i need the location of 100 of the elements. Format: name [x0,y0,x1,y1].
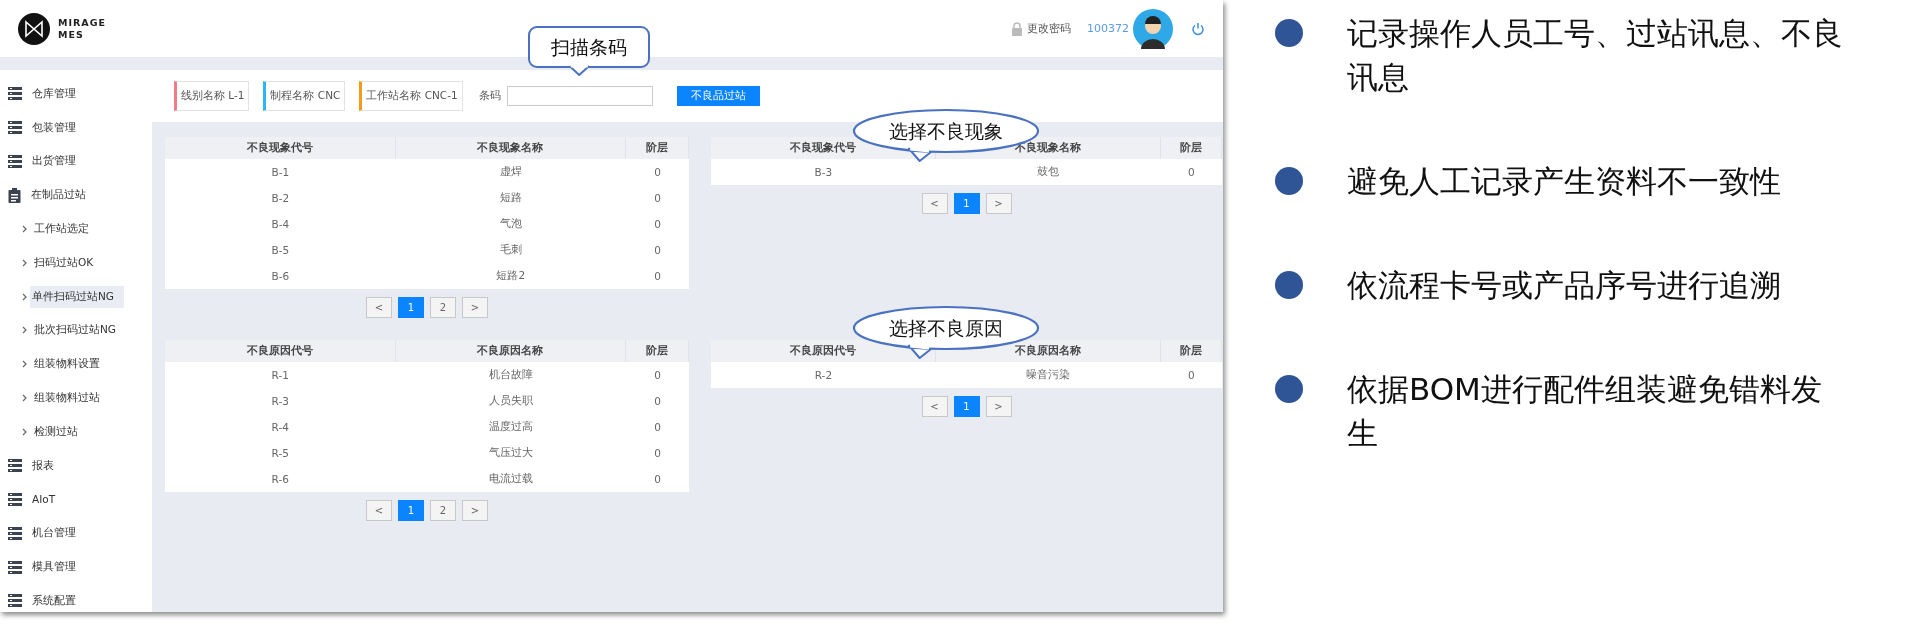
table-cell-text: R-5 [270,446,290,461]
list-icon [8,155,22,168]
table-cell-text: 温度过高 [487,419,534,434]
table-cell-text: 0 [653,420,662,435]
page-button[interactable]: 2 [430,500,456,521]
table-cell-text: R-6 [270,472,290,487]
table-cell-text: B-6 [270,269,291,284]
list-icon [8,594,22,608]
field-label: 条码 [478,89,501,103]
chevron-icon [22,258,27,267]
table-cell-text: B-3 [813,165,834,180]
page-button[interactable]: 1 [398,297,424,318]
page-button[interactable]: 1 [953,193,980,214]
column-header: 阶层 [1160,137,1222,159]
bullet-text: 记录操作人员工号、过站讯息、不良讯息 [1347,14,1844,97]
table-cell-text: R-4 [270,420,290,435]
column-header: 不良现象名称 [395,137,627,159]
bullet-dot [1275,167,1303,195]
sidebar-item[interactable]: 机台管理 [30,522,78,545]
table-cell-text: 0 [653,446,662,461]
sidebar-subitem[interactable]: 组装物料设置 [32,353,102,376]
sidebar-subitem[interactable]: 工作站选定 [32,218,91,241]
sidebar-item[interactable]: 包装管理 [30,116,78,139]
table-cell-text: 0 [653,217,662,232]
sidebar-subitem[interactable]: 检测过站 [32,420,80,443]
bullet-text: 避免人工记录产生资料不一致性 [1347,162,1782,201]
power-icon[interactable] [1191,21,1205,36]
page-button[interactable]: 1 [398,500,424,521]
defect-pass-button[interactable]: 不良品过站 [676,86,760,106]
info-tag: 制程名称 CNC [263,81,346,111]
table-cell-text: B-2 [270,191,291,206]
sidebar-subitem[interactable]: 单件扫码过站NG [30,285,124,308]
bullet-dot [1275,19,1303,47]
column-header: 阶层 [1160,340,1222,362]
table-cell-text: 鼓包 [1036,164,1061,179]
table-cell-text: 短路 [498,190,523,205]
table-cell-text: B-1 [270,165,291,180]
sidebar-item[interactable]: 系统配置 [30,589,78,612]
list-icon [8,560,22,574]
info-tag: 工作站名称 CNC-1 [359,81,463,111]
table-cell-text: B-4 [270,217,291,232]
table-cell-text: 虚焊 [498,164,523,179]
info-tag: 线别名称 L-1 [174,81,250,111]
barcode-field[interactable] [506,86,653,106]
column-header: 阶层 [626,137,689,159]
sidebar-item[interactable]: 报表 [30,454,56,477]
list-icon [8,121,22,135]
page-button[interactable]: < [921,396,948,417]
change-password-link[interactable]: 更改密码 [1027,21,1071,36]
table-cell-text: R-2 [813,368,834,383]
page-button[interactable]: 2 [430,297,456,318]
table-cell-text: 0 [653,472,662,487]
sidebar-item[interactable]: 出货管理 [30,150,78,173]
table-cell-text: 电流过载 [487,471,534,486]
table-cell-text: 机台故障 [487,367,534,382]
sidebar-item[interactable]: 在制品过站 [29,184,88,207]
sidebar-subitem[interactable]: 组装物料过站 [32,387,102,410]
bullet-dot [1275,271,1303,299]
page-button[interactable]: > [985,396,1012,417]
avatar-icon[interactable] [1133,8,1173,49]
page-button[interactable]: < [366,297,392,318]
list-icon [8,526,22,540]
chevron-icon [22,394,27,403]
bullet-text: 依据BOM进行配件组装避免错料发生 [1347,370,1823,453]
chevron-icon [22,292,27,301]
page-button[interactable]: > [462,500,488,521]
lock-icon [1011,21,1023,36]
chevron-icon [22,326,27,335]
page-button[interactable]: > [462,297,488,318]
logo-text: MES [58,28,85,41]
table-cell-text: 0 [653,191,662,206]
column-header: 不良原因名称 [395,340,627,362]
list-icon [8,492,22,506]
table-cell-text: 噪音污染 [1025,367,1072,382]
table-cell-text: 0 [653,243,662,258]
sidebar-item[interactable]: AIoT [30,489,58,510]
table-cell-text: 气压过大 [487,445,534,460]
table-cell-text: 0 [653,165,662,180]
sidebar-item[interactable]: 仓库管理 [30,82,78,105]
list-icon [8,459,22,473]
column-header: 不良原因代号 [165,340,396,362]
clipboard-icon [8,187,21,203]
list-icon [8,87,22,101]
page-button[interactable]: 1 [953,396,980,417]
logo-text: MIRAGE [58,16,106,29]
table-cell-text: R-3 [270,394,290,409]
page-button[interactable]: < [366,500,392,521]
chevron-icon [22,427,27,436]
table-cell-text: 0 [653,269,662,284]
sidebar-subitem[interactable]: 批次扫码过站NG [32,319,118,342]
callout-text: 选择不良原因 [889,317,1003,339]
bullet-dot [1275,375,1303,403]
logo-icon [18,12,50,45]
page-button[interactable]: < [921,193,948,214]
bullet-text: 依流程卡号或产品序号进行追溯 [1347,266,1782,305]
table-cell-text: 0 [1186,368,1196,383]
column-header: 阶层 [626,340,689,362]
page-button[interactable]: > [985,193,1012,214]
sidebar-item[interactable]: 模具管理 [30,556,78,579]
sidebar-subitem[interactable]: 扫码过站OK [32,251,96,274]
